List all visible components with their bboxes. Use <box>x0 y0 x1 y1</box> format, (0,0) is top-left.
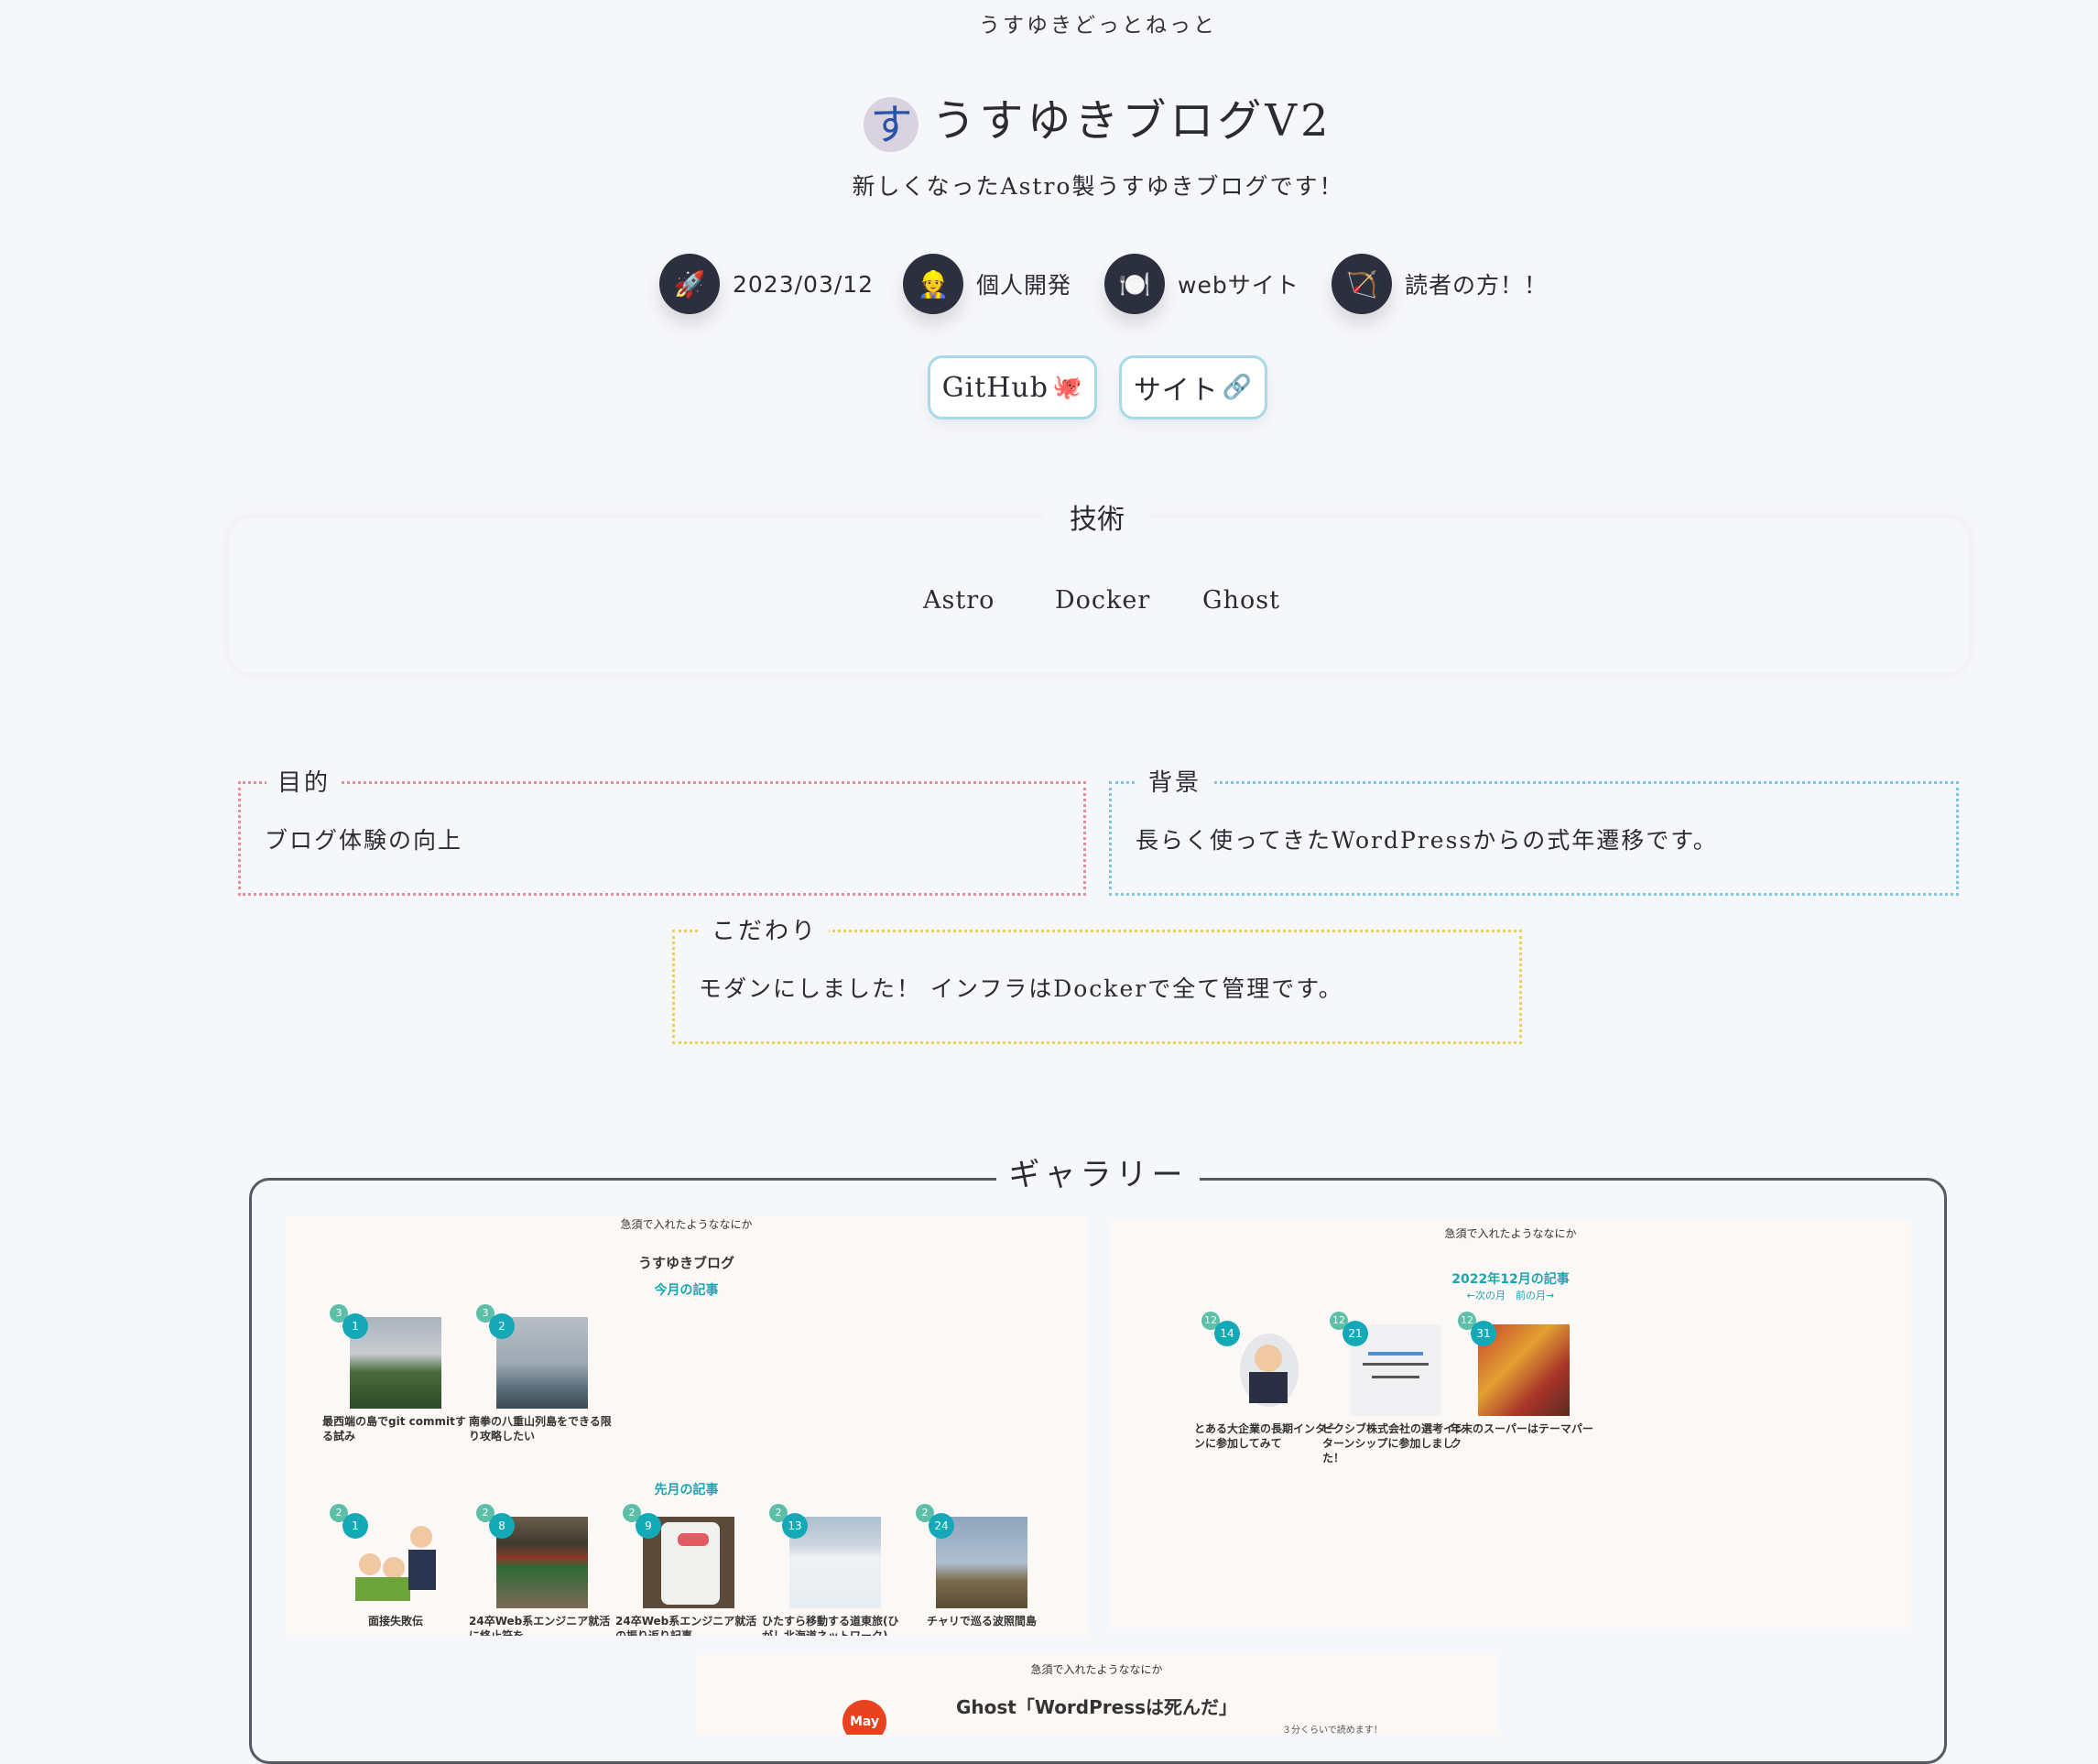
day-badge: 31 <box>1471 1321 1496 1346</box>
meta-target: 🏹 読者の方！！ <box>1332 252 1548 316</box>
purpose-title: 目的 <box>266 764 342 798</box>
meta-target-label: 読者の方！！ <box>1405 272 1549 299</box>
background-section: 背景 長らく使ってきたWordPressからの式年遷移です。 <box>1109 764 1959 896</box>
card-caption: 最西端の島でgit commitする試み <box>322 1415 466 1443</box>
gallery-image-2[interactable]: 急須で入れたようななにか 2022年12月の記事 ←次の月 前の月→ 12 14… <box>1110 1220 1911 1628</box>
github-button[interactable]: GitHub 🐙 <box>928 355 1097 419</box>
day-badge: 14 <box>1214 1321 1240 1346</box>
shot3-read-time: ３分くらいで読めます！ <box>1282 1726 1383 1735</box>
tech-item-astro: Astro <box>923 586 995 615</box>
card-caption: ピクシブ株式会社の選考インターンシップに参加しました！ <box>1322 1422 1466 1465</box>
page-title-text: うすゆきブログV2 <box>931 95 1332 147</box>
gallery-image-1[interactable]: 急須で入れたようななにか うすゆきブログ 今月の記事 3 1 最西端の島でgit… <box>286 1216 1087 1636</box>
link-icon: 🔗 <box>1222 374 1254 401</box>
site-button-label: サイト <box>1133 375 1219 407</box>
shot1-header: 急須で入れたようななにか <box>620 1218 753 1231</box>
day-badge: 13 <box>782 1513 808 1539</box>
card-caption: 24卒Web系エンジニア就活に終止符を <box>469 1615 611 1636</box>
meta-category: 🍽️ webサイト <box>1104 252 1299 316</box>
day-badge: 8 <box>489 1513 515 1539</box>
card-caption: 面接失敗伝 <box>367 1615 423 1628</box>
card-caption: チャリで巡る波照間島 <box>927 1615 1037 1628</box>
bow-arrow-icon: 🏹 <box>1332 254 1392 314</box>
shot1-this-month: 今月の記事 <box>654 1283 719 1298</box>
meta-date-label: 2023/03/12 <box>733 270 875 298</box>
card-caption: 年末のスーパーはテーマパーク <box>1451 1422 1593 1450</box>
day-badge: 24 <box>929 1513 954 1539</box>
commitment-title: こだわり <box>701 912 830 946</box>
card-caption: ひたすら移動する道東旅(ひがし北海道ネットワーク) <box>762 1615 899 1636</box>
card-caption: とある大企業の長期インターンに参加してみて <box>1194 1422 1338 1450</box>
card-caption: 24卒Web系エンジニア就活の振り返り記事 <box>615 1615 757 1636</box>
gallery-title: ギャラリー <box>996 1149 1200 1194</box>
shot2-month-nav[interactable]: ←次の月 前の月→ <box>1110 1288 1911 1302</box>
meta-type-label: 個人開発 <box>976 272 1072 299</box>
card-caption: 南拳の八重山列島をできる限り攻略したい <box>469 1415 612 1443</box>
purpose-section: 目的 ブログ体験の向上 <box>238 764 1086 896</box>
purpose-body: ブログ体験の向上 <box>265 827 463 854</box>
shot1-blog-name: うすゆきブログ <box>637 1255 734 1271</box>
shot3-title: Ghost「WordPressは死んだ」 <box>955 1696 1238 1718</box>
commitment-section: こだわり モダンにしました！ インフラはDockerで全て管理です。 <box>672 912 1522 1044</box>
tech-title: 技術 <box>1044 496 1150 537</box>
shot1-last-month: 先月の記事 <box>654 1483 719 1497</box>
background-body: 長らく使ってきたWordPressからの式年遷移です。 <box>1136 827 1718 854</box>
day-badge: 2 <box>489 1313 515 1339</box>
commitment-body: モダンにしました！ インフラはDockerで全て管理です。 <box>699 975 1343 1002</box>
day-badge: 21 <box>1343 1321 1368 1346</box>
shot2-header: 急須で入れたようななにか <box>1444 1227 1577 1240</box>
shot3-header: 急須で入れたようななにか <box>1030 1663 1163 1676</box>
meta-type: 👷 個人開発 <box>903 252 1071 316</box>
octopus-icon: 🐙 <box>1051 374 1083 401</box>
tagline: 新しくなったAstro製うすゆきブログです！ <box>852 173 1344 200</box>
site-name[interactable]: うすゆきどっとねっと <box>0 7 2098 38</box>
tech-item-docker: Docker <box>1055 586 1151 615</box>
plate-icon: 🍽️ <box>1104 254 1165 314</box>
tech-item-ghost: Ghost <box>1202 586 1280 615</box>
logo-icon: す <box>864 96 919 152</box>
gallery-image-3[interactable]: 急須で入れたようななにか Ghost「WordPressは死んだ」 May ３分… <box>696 1654 1497 1735</box>
meta-date: 🚀 2023/03/12 <box>659 252 874 316</box>
meta-category-label: webサイト <box>1178 272 1299 299</box>
day-badge: 9 <box>636 1513 661 1539</box>
page-title: すうすゆきブログV2 <box>0 84 2098 152</box>
shot2-month-title: 2022年12月の記事 <box>1451 1272 1570 1287</box>
rocket-icon: 🚀 <box>659 254 720 314</box>
day-badge: 1 <box>342 1513 368 1539</box>
github-button-label: GitHub <box>941 371 1049 404</box>
background-title: 背景 <box>1137 764 1213 798</box>
worker-icon: 👷 <box>903 254 963 314</box>
site-button[interactable]: サイト 🔗 <box>1119 355 1267 419</box>
day-badge: 1 <box>342 1313 368 1339</box>
